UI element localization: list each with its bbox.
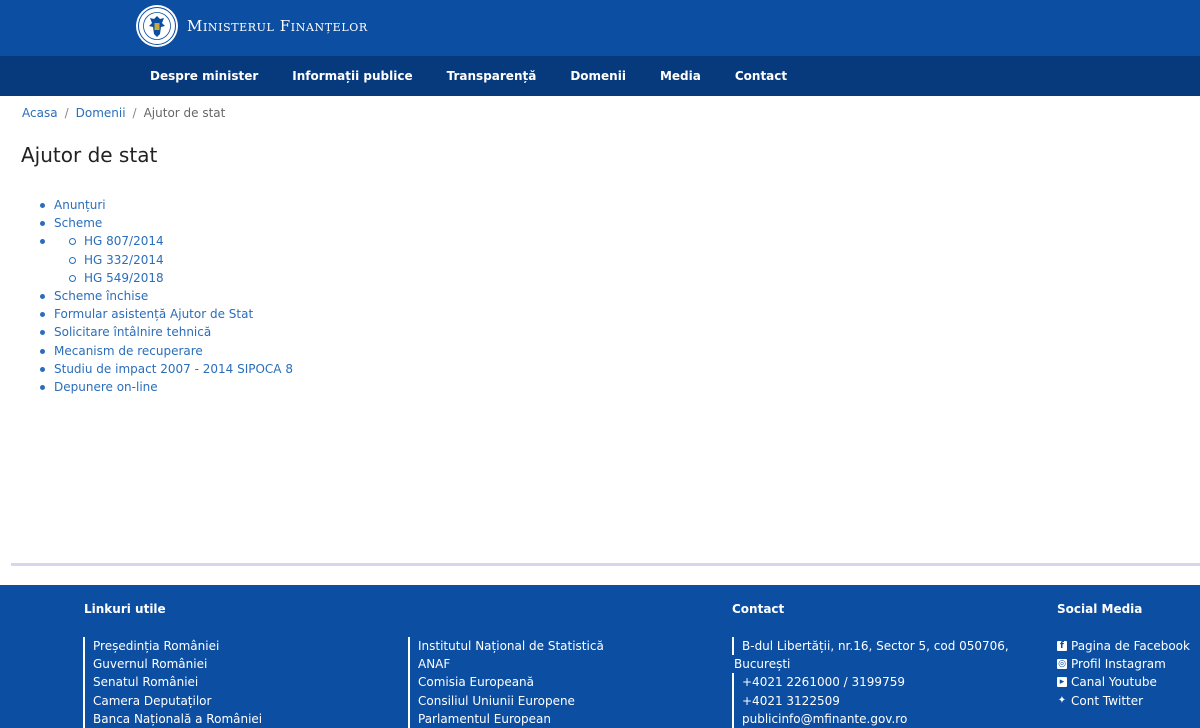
link-formular-asistenta[interactable]: Formular asistență Ajutor de Stat <box>54 307 253 321</box>
contact-email[interactable]: publicinfo@mfinante.gov.ro <box>732 709 1009 728</box>
footer-link[interactable]: Institutul Național de Statistică <box>408 637 604 656</box>
twitter-icon: ✦ <box>1057 694 1067 706</box>
youtube-icon: ▸ <box>1057 677 1067 688</box>
link-hg-549-2018[interactable]: HG 549/2018 <box>84 271 164 285</box>
footer-contact-heading: Contact <box>732 602 785 616</box>
footer-contact-list: B-dul Libertății, nr.16, Sector 5, cod 0… <box>732 637 1009 728</box>
link-anunturi[interactable]: Anunțuri <box>54 198 106 212</box>
link-studiu-impact[interactable]: Studiu de impact 2007 - 2014 SIPOCA 8 <box>54 362 293 376</box>
social-link-label: Canal Youtube <box>1071 675 1157 690</box>
social-link-label: Profil Instagram <box>1071 657 1166 672</box>
facebook-icon: f <box>1057 641 1067 652</box>
footer-useful-links-col2: Institutul Național de Statistică ANAF C… <box>408 637 604 728</box>
section-link-list: Anunțuri Scheme HG 807/2014 HG 332/2014 … <box>40 196 293 396</box>
nav-item-despre-minister[interactable]: Despre minister <box>133 56 275 96</box>
scheme-sublist: HG 807/2014 HG 332/2014 HG 549/2018 <box>40 232 293 287</box>
nav-item-media[interactable]: Media <box>643 56 718 96</box>
social-link-label: Cont Twitter <box>1071 693 1144 708</box>
link-solicitare-intalnire[interactable]: Solicitare întâlnire tehnică <box>54 325 211 339</box>
nav-item-domenii[interactable]: Domenii <box>553 56 643 96</box>
contact-phone[interactable]: +4021 2261000 / 3199759 <box>732 673 1009 692</box>
footer-link[interactable]: Președinția României <box>83 637 262 656</box>
list-item: Scheme <box>40 214 293 232</box>
nav-item-transparenta[interactable]: Transparență <box>430 56 554 96</box>
nav-item-informatii-publice[interactable]: Informații publice <box>275 56 429 96</box>
contact-city: București <box>734 657 791 672</box>
romania-coat-of-arms-logo[interactable] <box>135 4 179 48</box>
link-hg-807-2014[interactable]: HG 807/2014 <box>84 234 164 248</box>
footer-useful-links-heading: Linkuri utile <box>84 602 166 616</box>
site-footer: Linkuri utile Președinția României Guver… <box>0 585 1200 728</box>
footer-social-list: f Pagina de Facebook ◎ Profil Instagram ▸ C… <box>1057 637 1190 710</box>
footer-link[interactable]: Banca Națională a României <box>83 709 262 728</box>
footer-link[interactable]: Camera Deputaților <box>83 691 262 710</box>
content-divider <box>11 563 1200 566</box>
main-navigation: Despre minister Informații publice Trans… <box>0 56 1200 96</box>
footer-social-heading: Social Media <box>1057 602 1143 616</box>
link-mecanism-recuperare[interactable]: Mecanism de recuperare <box>54 344 203 358</box>
link-hg-332-2014[interactable]: HG 332/2014 <box>84 253 164 267</box>
breadcrumb: Acasa / Domenii / Ajutor de stat <box>22 106 225 120</box>
social-link-twitter[interactable]: ✦ Cont Twitter <box>1057 692 1190 710</box>
site-header: Ministerul Finanțelor <box>0 0 1200 56</box>
social-link-label: Pagina de Facebook <box>1071 639 1190 653</box>
link-scheme[interactable]: Scheme <box>54 216 102 230</box>
breadcrumb-current: Ajutor de stat <box>143 106 226 120</box>
footer-link[interactable]: Comisia Europeană <box>408 673 604 692</box>
list-item: Anunțuri <box>40 196 293 214</box>
list-item: Scheme închise <box>40 287 293 305</box>
footer-link[interactable]: Senatul României <box>83 673 262 692</box>
social-link-facebook[interactable]: f Pagina de Facebook <box>1057 637 1190 655</box>
list-item: Studiu de impact 2007 - 2014 SIPOCA 8 <box>40 360 293 378</box>
list-item: HG 807/2014 <box>40 232 293 250</box>
nav-item-contact[interactable]: Contact <box>718 56 804 96</box>
footer-link[interactable]: Guvernul României <box>83 655 262 674</box>
contact-fax[interactable]: +4021 3122509 <box>732 691 1009 710</box>
contact-address: B-dul Libertății, nr.16, Sector 5, cod 0… <box>732 637 1009 656</box>
sublist-container: HG 807/2014 HG 332/2014 HG 549/2018 <box>40 232 293 287</box>
list-item: HG 332/2014 <box>40 251 293 269</box>
breadcrumb-home-link[interactable]: Acasa <box>22 106 58 120</box>
social-link-youtube[interactable]: ▸ Canal Youtube <box>1057 673 1190 691</box>
footer-link[interactable]: Consiliul Uniunii Europene <box>408 691 604 710</box>
breadcrumb-separator: / <box>64 106 69 120</box>
breadcrumb-domenii-link[interactable]: Domenii <box>76 106 126 120</box>
link-depunere-online[interactable]: Depunere on-line <box>54 380 158 394</box>
list-item: Depunere on-line <box>40 378 293 396</box>
page-title: Ajutor de stat <box>21 143 158 167</box>
social-link-instagram[interactable]: ◎ Profil Instagram <box>1057 655 1190 673</box>
list-item: Solicitare întâlnire tehnică <box>40 323 293 341</box>
footer-link[interactable]: ANAF <box>408 655 604 674</box>
breadcrumb-separator: / <box>132 106 137 120</box>
list-item: HG 549/2018 <box>40 269 293 287</box>
link-scheme-inchise[interactable]: Scheme închise <box>54 289 148 303</box>
site-title[interactable]: Ministerul Finanțelor <box>187 17 368 35</box>
instagram-icon: ◎ <box>1057 659 1067 670</box>
list-item: Formular asistență Ajutor de Stat <box>40 305 293 323</box>
footer-link[interactable]: Parlamentul European <box>408 709 604 728</box>
list-item: Mecanism de recuperare <box>40 342 293 360</box>
footer-useful-links-col1: Președinția României Guvernul României S… <box>83 637 262 728</box>
